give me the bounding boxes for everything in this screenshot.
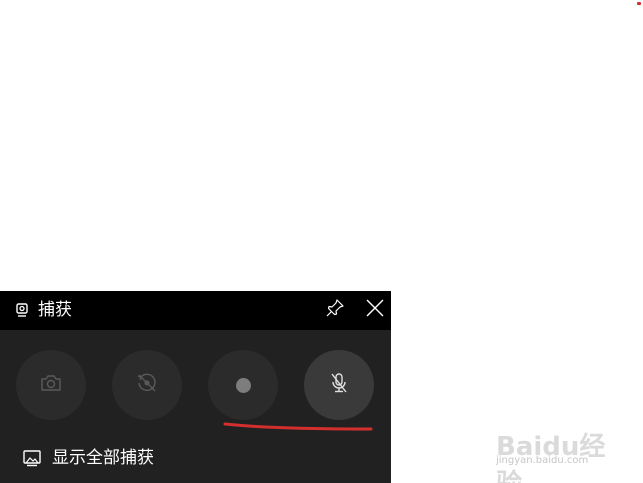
gallery-icon [22, 449, 42, 467]
screenshot-button[interactable] [16, 350, 86, 420]
baidu-jingyan-watermark: Baidu经验 jingyan.baidu.com [492, 414, 612, 483]
capture-widget: 捕获 显示全部捕获 [0, 291, 391, 483]
pin-icon [325, 298, 345, 322]
red-annotation-underline [223, 422, 373, 431]
watermark-site-text: jingyan.baidu.com [496, 455, 589, 466]
record-last-button[interactable] [112, 350, 182, 420]
camera-icon [40, 374, 62, 396]
microphone-off-icon [329, 372, 349, 398]
pin-button[interactable] [322, 297, 348, 323]
show-all-captures-link[interactable]: 显示全部捕获 [22, 445, 154, 471]
record-dot-icon [235, 377, 251, 393]
microphone-toggle-button[interactable] [304, 350, 374, 420]
close-icon [366, 299, 384, 321]
show-all-captures-label: 显示全部捕获 [52, 448, 154, 468]
record-last-30s-icon [136, 372, 158, 398]
start-recording-button[interactable] [208, 350, 278, 420]
widget-title: 捕获 [38, 300, 72, 320]
widget-titlebar: 捕获 [0, 291, 391, 330]
close-button[interactable] [361, 297, 389, 323]
corner-red-mark [637, 2, 641, 5]
capture-webcam-icon [15, 302, 29, 318]
